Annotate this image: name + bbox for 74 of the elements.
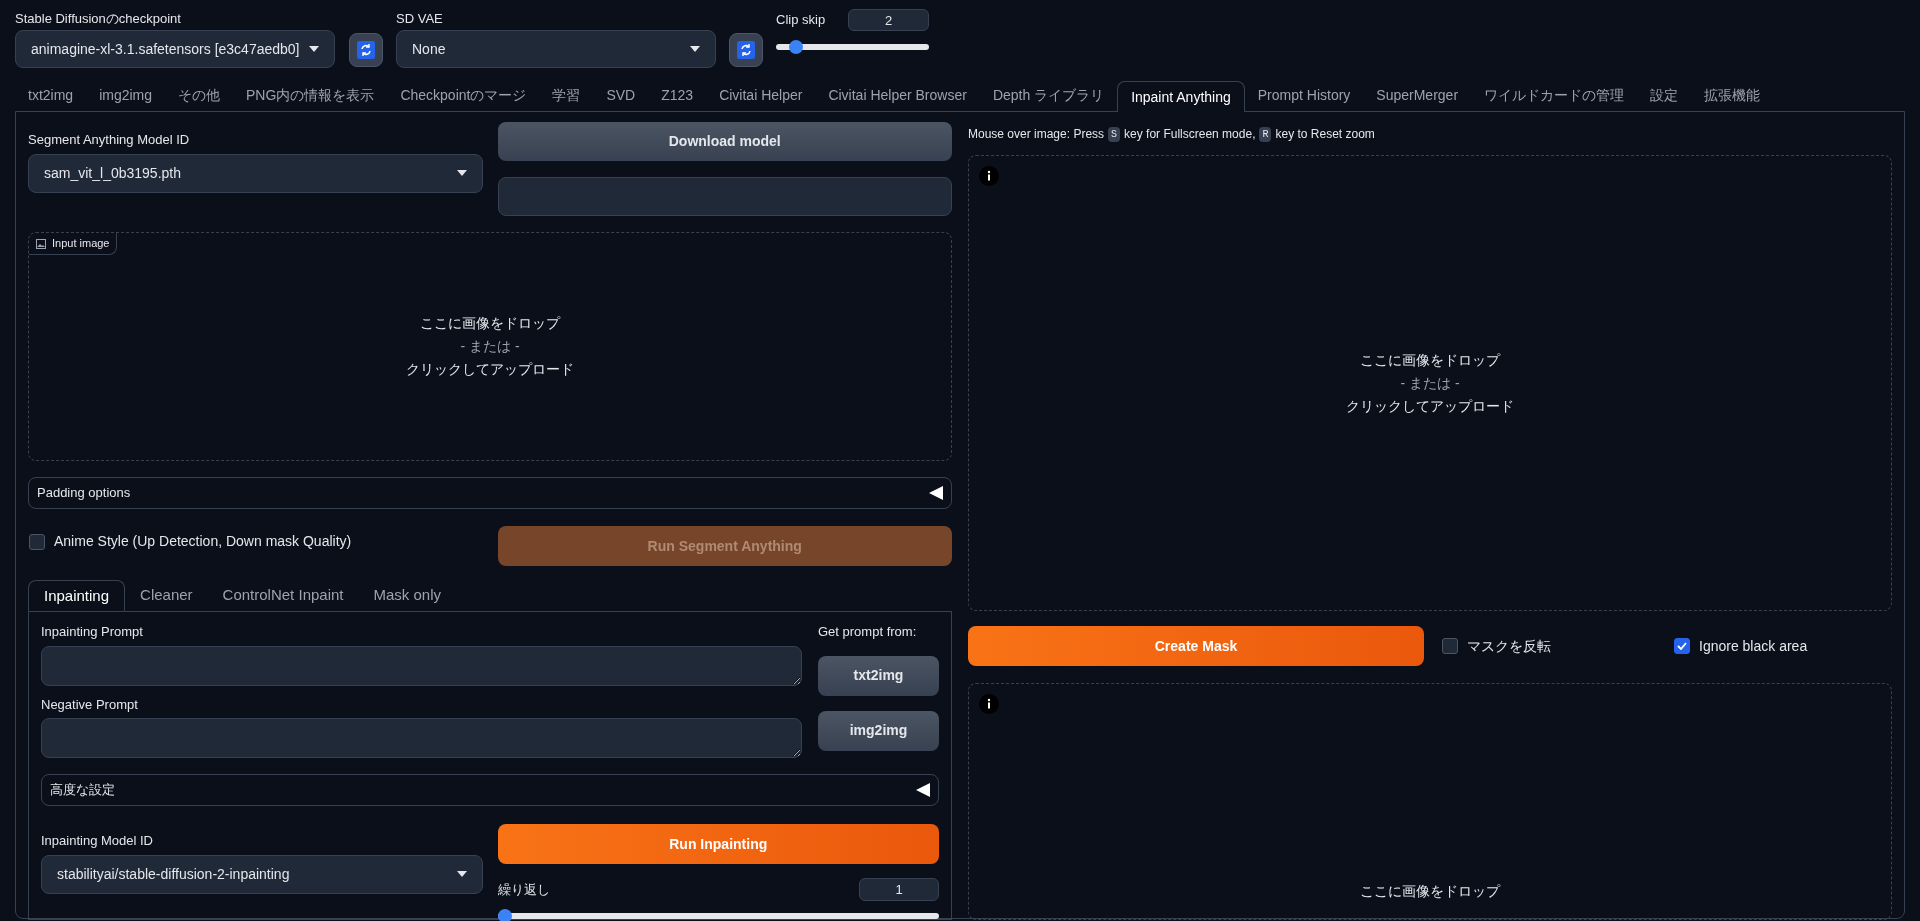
field-label: Clip skip: [776, 11, 826, 30]
image-drop-zone[interactable]: Input image ここに画像をドロップ - または - クリックしてアップロード: [28, 232, 952, 461]
tab[interactable]: 設定: [1637, 80, 1692, 111]
tab[interactable]: Depth ライブラリ: [979, 80, 1118, 111]
drop-text: ここに画像をドロップ: [420, 314, 560, 333]
field-label: Stable Diffusionのcheckpoint: [15, 10, 182, 27]
refresh-button[interactable]: [729, 33, 763, 67]
dropdown[interactable]: stabilityai/stable-diffusion-2-inpainting: [41, 854, 483, 894]
accordion-header[interactable]: 高度な設定: [41, 774, 939, 806]
field-label: Negative Prompt: [41, 695, 139, 714]
drop-text: クリックしてアップロード: [406, 360, 574, 379]
hint-text: Mouse over image: Press S key for Fullscreen mode, R key to Reset zoom: [968, 125, 1376, 144]
image-drop-zone[interactable]: ここに画像をドロップ: [968, 683, 1892, 920]
field-label: Get prompt from:: [818, 623, 918, 641]
checkbox[interactable]: [1674, 638, 1690, 654]
number-field[interactable]: 2: [848, 9, 929, 31]
tab[interactable]: Inpainting: [28, 580, 126, 611]
checkbox[interactable]: [1442, 638, 1458, 654]
dropdown[interactable]: sam_vit_l_0b3195.pth: [28, 153, 483, 193]
tab[interactable]: SuperMerger: [1363, 80, 1472, 111]
checkbox-label: マスクを反転: [1467, 636, 1551, 656]
tab[interactable]: Cleaner: [125, 580, 208, 611]
triangle-icon: [929, 486, 943, 500]
button[interactable]: txt2img: [818, 655, 939, 696]
tab[interactable]: Inpaint Anything: [1117, 81, 1245, 112]
drop-text: ここに画像をドロップ: [1360, 882, 1500, 901]
tab[interactable]: img2img: [86, 80, 166, 111]
caret-icon: [309, 46, 319, 52]
drop-text: クリックしてアップロード: [1346, 396, 1514, 416]
caret-icon: [456, 871, 467, 877]
tab[interactable]: PNG内の情報を表示: [233, 80, 388, 111]
field-label: SD VAE: [396, 10, 444, 27]
tab[interactable]: Mask only: [358, 580, 457, 611]
tab[interactable]: その他: [165, 80, 234, 111]
tab[interactable]: Civitai Helper: [706, 80, 816, 111]
dropdown[interactable]: None: [396, 30, 716, 68]
checkbox-label: Anime Style (Up Detection, Down mask Quality): [54, 532, 352, 551]
drop-text: - または -: [460, 337, 520, 356]
tab[interactable]: 学習: [539, 80, 594, 111]
tab[interactable]: Z123: [648, 80, 707, 111]
image-drop-zone[interactable]: ここに画像をドロップ - または - クリックしてアップロード: [968, 155, 1892, 611]
info-icon: [979, 694, 999, 714]
tab[interactable]: txt2img: [15, 80, 87, 111]
accordion-header[interactable]: Padding options: [28, 477, 952, 509]
image-icon: [36, 238, 46, 249]
tab[interactable]: SVD: [593, 80, 649, 111]
field-label: Inpainting Model ID: [41, 832, 154, 850]
info-icon: [979, 166, 999, 186]
caret-icon: [690, 46, 700, 52]
check-icon: [1677, 642, 1687, 650]
checkbox[interactable]: [29, 533, 45, 550]
field-label: Input image: [52, 236, 110, 252]
field-label: 繰り返し: [497, 880, 550, 899]
tab[interactable]: 拡張機能: [1691, 80, 1774, 111]
text-area[interactable]: [41, 645, 802, 686]
triangle-icon: [916, 783, 930, 797]
dropdown[interactable]: animagine-xl-3.1.safetensors [e3c47aedb0]: [15, 30, 335, 68]
refresh-icon: [357, 41, 375, 59]
field-label: Inpainting Prompt: [41, 623, 144, 641]
number-field[interactable]: 1: [859, 878, 939, 901]
field-label: Segment Anything Model ID: [28, 131, 191, 149]
refresh-icon: [737, 41, 755, 59]
tab[interactable]: ワイルドカードの管理: [1471, 80, 1638, 111]
tab[interactable]: Prompt History: [1244, 80, 1364, 111]
refresh-button[interactable]: [349, 33, 383, 67]
tab[interactable]: Checkpointのマージ: [387, 80, 540, 111]
checkbox-label: Ignore black area: [1699, 636, 1808, 656]
button[interactable]: Download model: [497, 122, 952, 161]
drop-text: ここに画像をドロップ: [1360, 350, 1500, 370]
tab[interactable]: Civitai Helper Browser: [815, 80, 980, 111]
tab[interactable]: ControlNet Inpaint: [207, 580, 359, 611]
caret-icon: [456, 170, 467, 176]
button[interactable]: img2img: [818, 710, 939, 751]
drop-text: - または -: [1400, 373, 1460, 393]
